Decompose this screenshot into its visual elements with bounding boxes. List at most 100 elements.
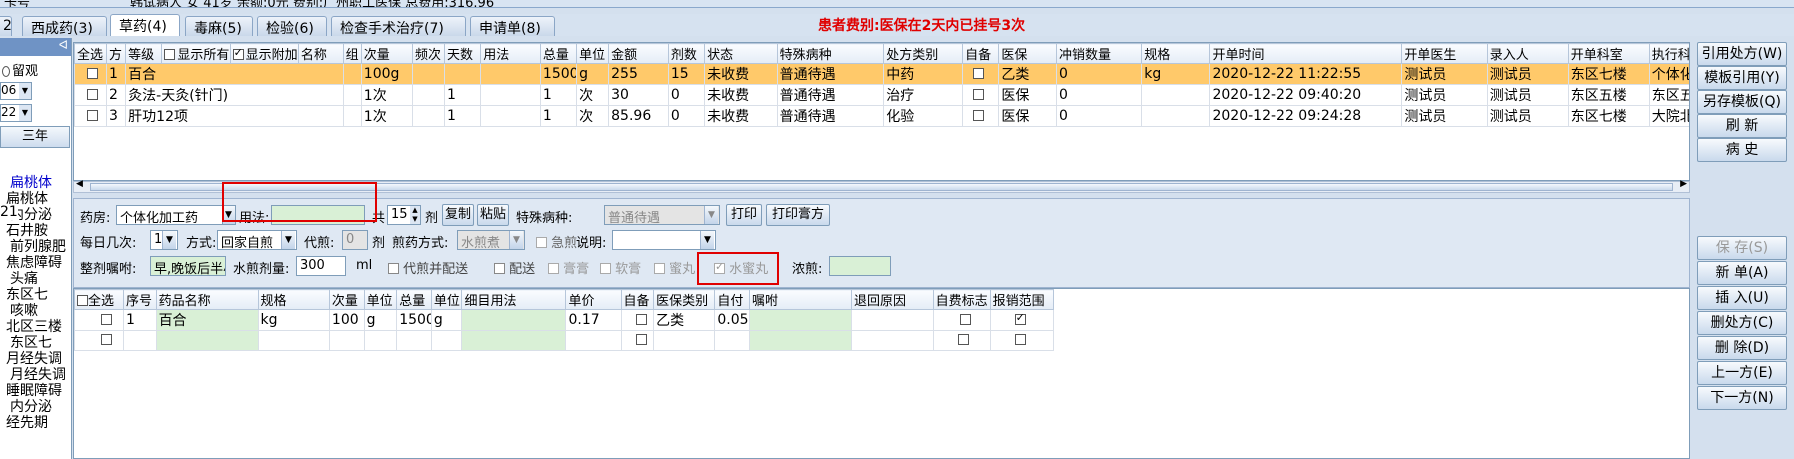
usage-input[interactable] xyxy=(271,205,365,225)
scroll-left-icon[interactable]: ◀ xyxy=(76,179,83,189)
column-header[interactable]: 自备 xyxy=(962,43,1000,64)
column-header[interactable]: 金额 xyxy=(608,43,669,64)
concentrate-input[interactable] xyxy=(829,256,891,276)
checkbox-icon[interactable] xyxy=(87,109,98,121)
checkbox-icon[interactable] xyxy=(101,334,112,345)
tab-western-medicine[interactable]: 西成药(3) xyxy=(22,16,107,37)
cell-price[interactable]: 0.17 xyxy=(565,309,622,331)
checkbox-icon[interactable] xyxy=(973,109,985,121)
tab-application-form[interactable]: 申请单(8) xyxy=(470,16,555,37)
checkbox-icon[interactable] xyxy=(164,49,176,60)
history-item[interactable]: 经先期 xyxy=(6,412,48,432)
column-header[interactable]: 次量 xyxy=(328,289,365,310)
cell-dose[interactable]: 100 xyxy=(328,309,365,331)
column-header[interactable]: 全选 xyxy=(74,43,107,64)
prescription-row[interactable]: 2 灸法-天灸(针门) 1次 1 1 次 30 0 未收费 普通待遇 治疗 医保 0 2020-12-22… xyxy=(74,84,1689,106)
cell-instruction[interactable] xyxy=(749,309,852,331)
cell-self-provided[interactable] xyxy=(962,105,1000,127)
water-honey-pill-checkbox[interactable]: 水蜜丸 xyxy=(714,258,768,277)
checkbox-icon[interactable] xyxy=(232,46,244,60)
row-select-cell[interactable] xyxy=(74,63,107,85)
column-header[interactable]: 用法 xyxy=(480,43,541,64)
row-select-cell[interactable] xyxy=(74,105,107,127)
chevron-down-icon[interactable]: ▼ xyxy=(162,231,176,249)
cell-reimburse-scope[interactable] xyxy=(989,309,1055,331)
checkbox-icon[interactable] xyxy=(959,313,971,325)
column-header[interactable]: 单价 xyxy=(565,289,622,310)
herb-row-empty[interactable] xyxy=(74,330,1055,351)
checkbox-icon[interactable] xyxy=(77,295,88,306)
prescription-row[interactable]: 1 百合 100g 1500 g 255 15 未收费 普通待遇 中药 乙类 0 kg 2020-12-2… xyxy=(74,63,1689,85)
insert-button[interactable]: 插 入(U) xyxy=(1697,286,1787,310)
new-order-button[interactable]: 新 单(A) xyxy=(1697,261,1787,285)
note-select[interactable]: ▼ xyxy=(612,230,716,250)
tab-lab-test[interactable]: 检验(6) xyxy=(257,16,327,37)
checkbox-checked-icon[interactable] xyxy=(1014,311,1026,325)
column-header[interactable]: 单位 xyxy=(430,289,463,310)
chevron-down-icon[interactable]: ▼ xyxy=(700,231,714,249)
checkbox-icon[interactable] xyxy=(548,263,559,274)
tab-exam-surgery[interactable]: 检查手术治疗(7) xyxy=(331,16,466,37)
column-header[interactable]: 状态 xyxy=(704,43,778,64)
tab-herbal-medicine[interactable]: 草药(4) xyxy=(110,14,180,36)
day-select[interactable]: 22 ▼ xyxy=(0,104,32,122)
cell-self-provided[interactable] xyxy=(962,84,1000,106)
previous-prescription-button[interactable]: 上一方(E) xyxy=(1697,361,1787,385)
row-select-cell[interactable] xyxy=(74,84,107,106)
column-header[interactable]: 自备 xyxy=(620,289,655,310)
column-header[interactable]: 单位 xyxy=(363,289,398,310)
checkbox-icon[interactable] xyxy=(536,237,547,248)
next-prescription-button[interactable]: 下一方(N) xyxy=(1697,386,1787,410)
empty-cell[interactable] xyxy=(565,330,622,351)
pin-icon[interactable]: ᐊ xyxy=(59,38,68,52)
water-dose-input[interactable]: 300 xyxy=(296,256,346,276)
prescription-row[interactable]: 3 肝功12项 1次 1 1 次 85.96 0 未收费 普通待遇 化验 医保 0 2020-12-22 … xyxy=(74,105,1689,127)
column-header[interactable]: 总量 xyxy=(396,289,432,310)
column-header[interactable]: 录入人 xyxy=(1486,43,1569,64)
delete-button[interactable]: 删 除(D) xyxy=(1697,336,1787,360)
template-reference-button[interactable]: 模板引用(Y) xyxy=(1697,66,1787,90)
empty-cell[interactable] xyxy=(122,330,157,351)
save-template-button[interactable]: 另存模板(Q) xyxy=(1697,90,1787,114)
checkbox-icon[interactable] xyxy=(494,263,505,274)
column-header[interactable]: 等级 xyxy=(125,43,163,64)
chevron-down-icon[interactable]: ▼ xyxy=(19,105,31,121)
cell-no[interactable]: 1 xyxy=(122,309,157,331)
chevron-down-icon[interactable]: ▼ xyxy=(223,206,235,224)
tab-prev[interactable]: 2 xyxy=(0,16,12,36)
pharmacy-dropdown[interactable]: ▼ xyxy=(222,205,236,225)
print-button[interactable]: 打印 xyxy=(726,204,762,226)
column-header[interactable]: 开单时间 xyxy=(1209,43,1403,64)
column-header[interactable]: 名称 xyxy=(297,43,344,64)
column-header[interactable]: 天数 xyxy=(443,43,482,64)
observation-radio[interactable]: 留观 xyxy=(2,60,38,79)
column-header[interactable]: 序号 xyxy=(122,289,157,310)
column-header[interactable]: 剂数 xyxy=(667,43,706,64)
cell-herb-name[interactable]: 百合 xyxy=(155,309,259,331)
checkbox-icon[interactable] xyxy=(101,313,112,325)
empty-cell[interactable] xyxy=(363,330,398,351)
checkbox-checked-icon[interactable] xyxy=(714,260,725,274)
column-header[interactable]: 次量 xyxy=(360,43,413,64)
honey-pill-checkbox[interactable]: 蜜丸 xyxy=(654,258,695,277)
column-header[interactable]: 总量 xyxy=(539,43,578,64)
cell-self-provided[interactable] xyxy=(962,63,1000,85)
daily-times-select[interactable]: 1 ▼ xyxy=(150,230,178,250)
column-header[interactable]: 医保类别 xyxy=(653,289,716,310)
decoct-delivery-checkbox[interactable]: 代煎并配送 xyxy=(388,258,468,277)
chevron-down-icon[interactable]: ▼ xyxy=(281,231,295,249)
column-header[interactable]: 报销范围 xyxy=(989,289,1055,310)
quote-prescription-button[interactable]: 引用处方(W) xyxy=(1697,42,1787,66)
decoct-stepper[interactable]: 0 xyxy=(342,230,368,250)
print-ointment-button[interactable]: 打印膏方 xyxy=(766,204,830,226)
column-header[interactable]: 退回原因 xyxy=(851,289,934,310)
checkbox-icon[interactable] xyxy=(600,263,611,274)
special-disease-select[interactable]: 普通待遇 ▼ xyxy=(604,205,720,225)
herb-row[interactable]: 1 百合 kg 100 g 1500 g 0.17 乙类 0.05 xyxy=(74,309,1055,331)
checkbox-icon[interactable] xyxy=(635,334,647,345)
column-header[interactable]: 开单科室 xyxy=(1567,43,1650,64)
column-header[interactable]: 频次 xyxy=(411,43,445,64)
cell-self-pay-flag[interactable] xyxy=(932,309,991,331)
chevron-down-icon[interactable]: ▼ xyxy=(509,231,523,249)
checkbox-icon[interactable] xyxy=(973,88,985,100)
